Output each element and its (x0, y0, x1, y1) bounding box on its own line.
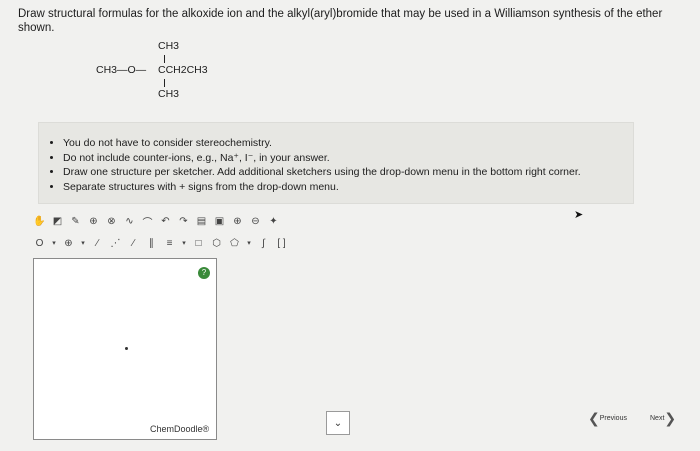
zoom-out-icon[interactable]: ⊖ (248, 214, 263, 229)
add-sketcher-dropdown[interactable]: ⌄ (326, 411, 350, 435)
atom-select-button[interactable]: O (32, 236, 47, 251)
chevron-right-icon: ❯ (664, 410, 677, 426)
charge-plus-button[interactable]: ⊕ (61, 236, 76, 251)
pencil-icon[interactable]: ✎ (68, 214, 83, 229)
atom-charge-icon[interactable]: ⊗ (104, 214, 119, 229)
ring-pentagon-icon[interactable]: ⬠ (227, 236, 242, 251)
template-icon[interactable]: ▤ (194, 214, 209, 229)
structure-top-methyl: CH3 (158, 40, 180, 52)
zoom-in-icon[interactable]: ⊕ (230, 214, 245, 229)
chevron-down-icon[interactable]: ▾ (79, 236, 87, 251)
question-prompt: Draw structural formulas for the alkoxid… (18, 8, 663, 34)
double-bond-icon[interactable]: ∥ (144, 236, 159, 251)
structure-center: CCH2CH3 (158, 64, 208, 76)
chevron-down-icon[interactable]: ▾ (50, 236, 58, 251)
chevron-left-icon: ❮ (588, 410, 600, 426)
sketcher-canvas[interactable]: ? ChemDoodle® (33, 258, 217, 440)
instruction-item: Do not include counter-ions, e.g., Na⁺, … (63, 151, 623, 166)
bold-bond-icon[interactable]: ∕ (126, 236, 141, 251)
sketcher-toolbar-top: ✋ ◩ ✎ ⊕ ⊗ ∿ ⌒ ↶ ↷ ▤ ▣ ⊕ ⊖ ✦ (32, 212, 281, 230)
mouse-cursor-icon: ➤ (574, 209, 584, 221)
undo-icon[interactable]: ↶ (158, 214, 173, 229)
eraser-icon[interactable]: ◩ (50, 214, 65, 229)
canvas-dot (125, 347, 128, 350)
ring-hexagon-icon[interactable]: ⬡ (209, 236, 224, 251)
lasso-icon[interactable]: ⌒ (140, 214, 155, 229)
help-button[interactable]: ? (198, 267, 210, 279)
brackets-icon[interactable]: [ ] (274, 236, 289, 251)
instructions-box: You do not have to consider stereochemis… (38, 122, 634, 204)
chain-n-icon[interactable]: ∫ (256, 236, 271, 251)
clean-icon[interactable]: ✦ (266, 214, 281, 229)
previous-label: Previous (599, 415, 627, 422)
bond-top (164, 55, 165, 63)
chemdoodle-brand: ChemDoodle® (150, 424, 210, 434)
structure-bottom-methyl: CH3 (158, 88, 180, 100)
bond-bottom (164, 79, 165, 87)
triple-bond-icon[interactable]: ≡ (162, 236, 177, 251)
single-bond-icon[interactable]: ∕ (90, 236, 105, 251)
ether-structure: CH3 CH3—O— CCH2CH3 CH3 (96, 40, 236, 106)
instruction-item: Draw one structure per sketcher. Add add… (63, 165, 623, 180)
instruction-item: You do not have to consider stereochemis… (63, 136, 623, 151)
ring-plus-icon[interactable]: ⊕ (86, 214, 101, 229)
previous-button[interactable]: ❮ Previous (588, 410, 627, 427)
chain-icon[interactable]: ∿ (122, 214, 137, 229)
next-label: Next (650, 415, 665, 422)
chevron-down-icon[interactable]: ▾ (245, 236, 253, 251)
redo-icon[interactable]: ↷ (176, 214, 191, 229)
clear-icon[interactable]: ▣ (212, 214, 227, 229)
instruction-item: Separate structures with + signs from th… (63, 180, 623, 195)
ring-square-icon[interactable]: □ (191, 236, 206, 251)
chevron-down-icon[interactable]: ▾ (180, 236, 188, 251)
wedge-bond-icon[interactable]: ⋰ (108, 236, 123, 251)
sketcher-toolbar-bottom: O ▾ ⊕ ▾ ∕ ⋰ ∕ ∥ ≡ ▾ □ ⬡ ⬠ ▾ ∫ [ ] (32, 234, 289, 252)
structure-left-group: CH3—O— (96, 64, 147, 76)
chevron-down-icon: ⌄ (333, 417, 343, 429)
hand-icon[interactable]: ✋ (32, 214, 47, 229)
next-button[interactable]: Next ❯ (650, 410, 676, 427)
